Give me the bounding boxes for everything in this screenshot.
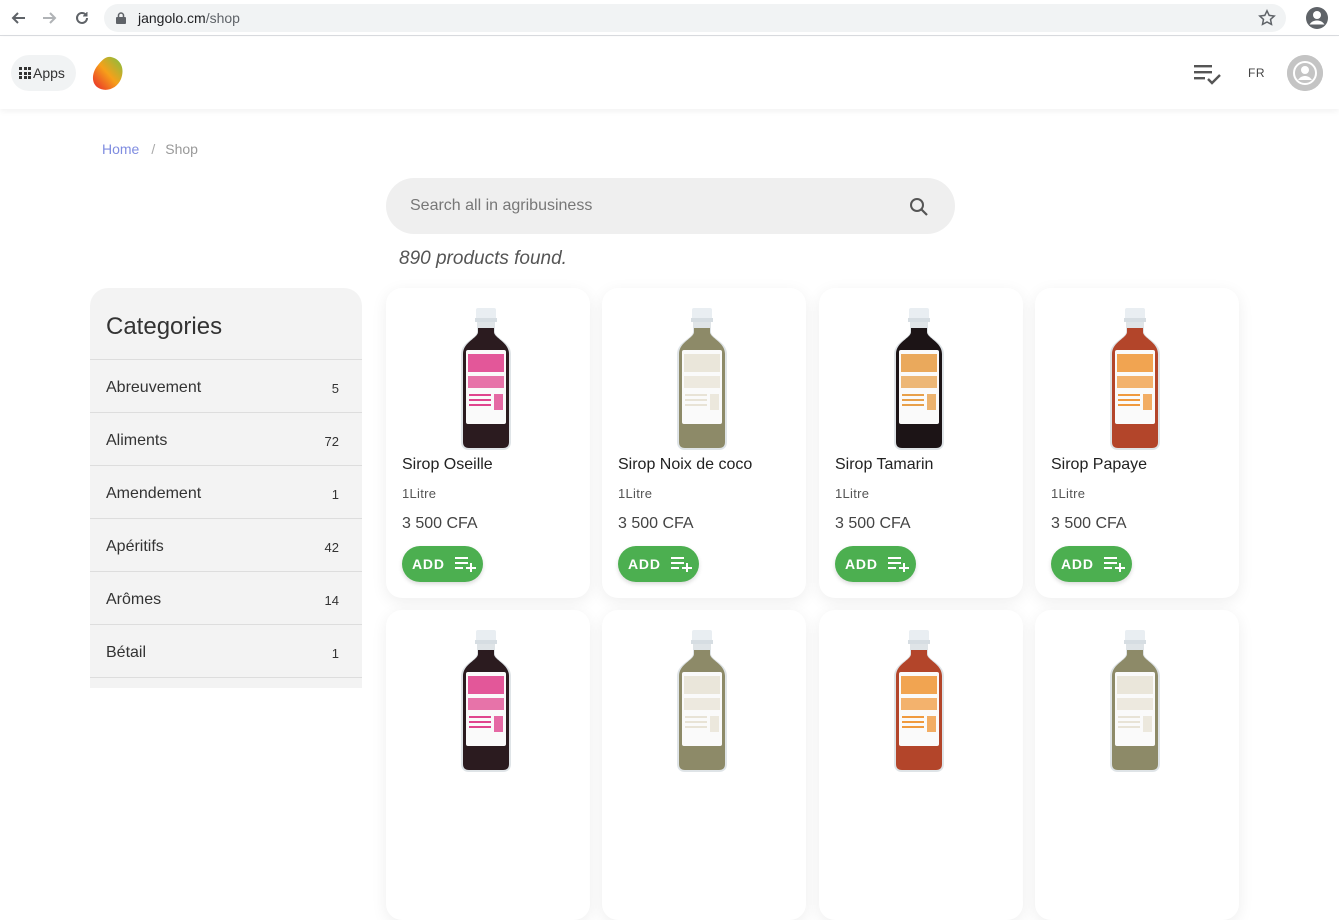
- product-image[interactable]: [454, 628, 518, 774]
- apps-label: Apps: [33, 65, 65, 81]
- browser-toolbar: jangolo.cm/shop: [0, 0, 1339, 36]
- back-arrow-icon[interactable]: [8, 8, 28, 28]
- search-icon[interactable]: [909, 197, 929, 222]
- url-text: jangolo.cm/shop: [138, 10, 240, 26]
- reload-icon[interactable]: [72, 8, 92, 28]
- product-name[interactable]: Sirop Oseille: [402, 456, 493, 474]
- category-name: Amendement: [106, 485, 202, 502]
- address-bar[interactable]: jangolo.cm/shop: [104, 4, 1286, 32]
- add-label: ADD: [412, 556, 445, 572]
- lock-icon: [116, 11, 128, 25]
- category-name: Abreuvement: [106, 379, 202, 396]
- categories-title: Categories: [90, 288, 362, 360]
- product-search-bar: [386, 178, 955, 234]
- categories-sidebar: Categories Abreuvement 5 Aliments 72 Amend…: [90, 288, 362, 688]
- breadcrumb-separator: /: [151, 141, 156, 157]
- user-avatar[interactable]: [1287, 55, 1323, 91]
- category-item[interactable]: Arômes 14: [90, 572, 362, 625]
- results-count: 890 products found.: [399, 248, 567, 269]
- add-label: ADD: [628, 556, 661, 572]
- product-card[interactable]: [602, 610, 806, 920]
- jangolo-logo[interactable]: [91, 55, 125, 93]
- category-item[interactable]: Apéritifs 42: [90, 519, 362, 572]
- category-name: Arômes: [106, 591, 162, 608]
- category-count: 1: [331, 645, 339, 661]
- app-header: Apps FR: [0, 37, 1339, 109]
- apps-grid-icon: [19, 67, 31, 79]
- product-card[interactable]: [386, 610, 590, 920]
- category-item[interactable]: Aliments 72: [90, 413, 362, 466]
- product-image[interactable]: [1103, 306, 1167, 452]
- playlist-add-icon: [887, 557, 909, 572]
- product-price: 3 500 CFA: [1051, 515, 1127, 532]
- product-size: 1Litre: [1051, 486, 1086, 501]
- product-image[interactable]: [1103, 628, 1167, 774]
- playlist-add-icon: [670, 557, 692, 572]
- category-item[interactable]: Abreuvement 5: [90, 360, 362, 413]
- category-count: 1: [331, 486, 339, 502]
- product-price: 3 500 CFA: [835, 515, 911, 532]
- product-image[interactable]: [670, 306, 734, 452]
- category-count: 5: [331, 380, 339, 396]
- forward-arrow-icon[interactable]: [40, 8, 60, 28]
- product-image[interactable]: [887, 628, 951, 774]
- language-switcher[interactable]: FR: [1248, 66, 1265, 80]
- product-image[interactable]: [887, 306, 951, 452]
- apps-button[interactable]: Apps: [11, 55, 76, 91]
- category-count: 42: [324, 539, 339, 555]
- category-name: Apéritifs: [106, 538, 164, 555]
- browser-profile-icon[interactable]: [1305, 6, 1329, 35]
- add-label: ADD: [845, 556, 878, 572]
- bookmark-star-icon[interactable]: [1258, 9, 1276, 32]
- product-price: 3 500 CFA: [618, 515, 694, 532]
- product-size: 1Litre: [618, 486, 653, 501]
- category-name: Bétail: [106, 644, 147, 661]
- product-image[interactable]: [670, 628, 734, 774]
- add-to-cart-button[interactable]: ADD: [1051, 546, 1132, 582]
- product-card[interactable]: Sirop Tamarin 1Litre 3 500 CFA ADD: [819, 288, 1023, 598]
- category-item[interactable]: Bétail 1: [90, 625, 362, 678]
- category-item[interactable]: Amendement 1: [90, 466, 362, 519]
- product-card[interactable]: Sirop Oseille 1Litre 3 500 CFA ADD: [386, 288, 590, 598]
- product-card[interactable]: [1035, 610, 1239, 920]
- playlist-check-icon[interactable]: [1192, 63, 1222, 90]
- product-name[interactable]: Sirop Noix de coco: [618, 456, 752, 474]
- playlist-add-icon: [1103, 557, 1125, 572]
- product-size: 1Litre: [402, 486, 437, 501]
- category-count: 72: [324, 433, 339, 449]
- category-name: Aliments: [106, 432, 168, 449]
- product-card[interactable]: Sirop Noix de coco 1Litre 3 500 CFA ADD: [602, 288, 806, 598]
- product-name[interactable]: Sirop Tamarin: [835, 456, 933, 474]
- product-card[interactable]: Sirop Papaye 1Litre 3 500 CFA ADD: [1035, 288, 1239, 598]
- breadcrumb-current: Shop: [165, 141, 198, 157]
- product-name[interactable]: Sirop Papaye: [1051, 456, 1147, 474]
- add-to-cart-button[interactable]: ADD: [835, 546, 916, 582]
- product-size: 1Litre: [835, 486, 870, 501]
- add-to-cart-button[interactable]: ADD: [402, 546, 483, 582]
- product-card[interactable]: [819, 610, 1023, 920]
- search-input[interactable]: [410, 197, 890, 215]
- product-price: 3 500 CFA: [402, 515, 478, 532]
- category-count: 14: [324, 592, 339, 608]
- breadcrumb: Home / Shop: [102, 141, 198, 157]
- product-image[interactable]: [454, 306, 518, 452]
- add-label: ADD: [1061, 556, 1094, 572]
- add-to-cart-button[interactable]: ADD: [618, 546, 699, 582]
- playlist-add-icon: [454, 557, 476, 572]
- breadcrumb-home-link[interactable]: Home: [102, 141, 139, 157]
